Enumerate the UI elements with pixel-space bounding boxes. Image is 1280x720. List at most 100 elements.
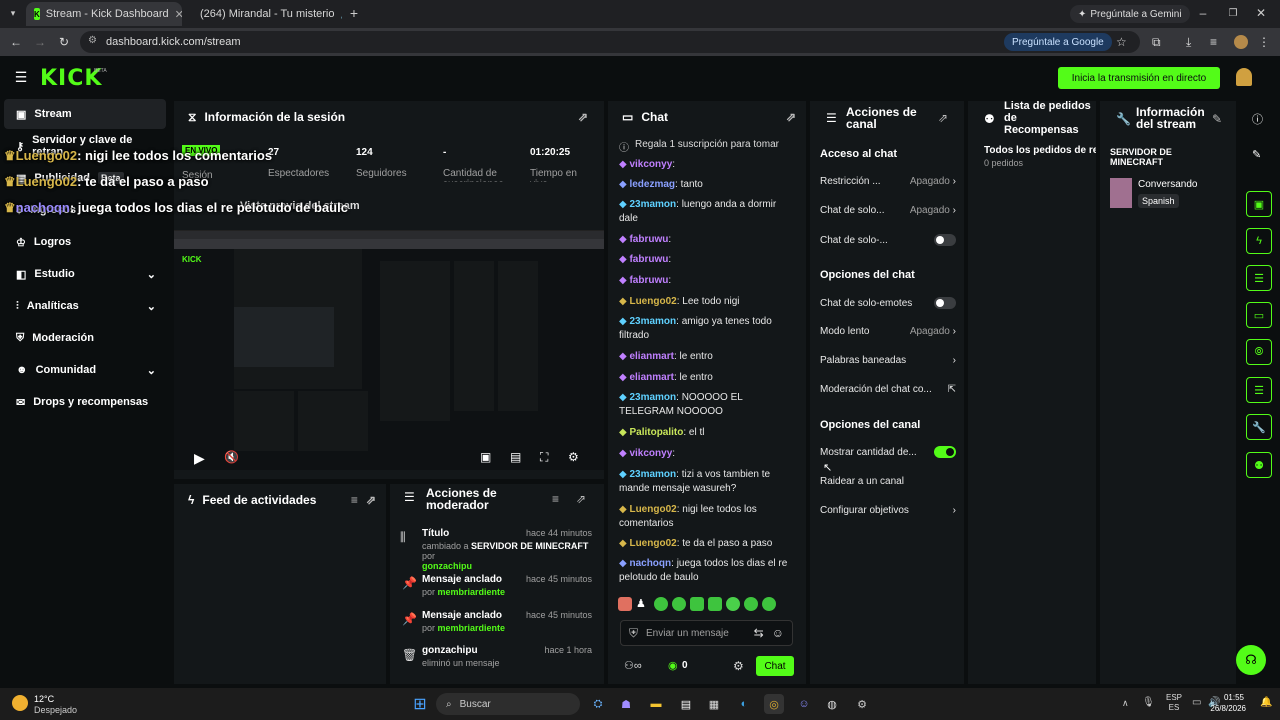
address-bar[interactable]: ⚙ dashboard.kick.com/stream: [80, 31, 1140, 53]
chat-restriction-row[interactable]: Restricción ... Apagado ›: [820, 176, 956, 187]
chat-username[interactable]: ledezmag: [629, 179, 675, 190]
chat-username[interactable]: elianmart: [629, 351, 673, 362]
chat-username[interactable]: fabruwu: [629, 254, 668, 265]
tab-list-icon[interactable]: ▾: [6, 6, 20, 20]
stream-preview[interactable]: KICK: [174, 230, 604, 470]
emoji-icon[interactable]: ☺: [772, 626, 784, 640]
filter-icon[interactable]: ≡: [351, 493, 358, 507]
site-info-icon[interactable]: ⚙: [88, 35, 97, 46]
rewards-all-label[interactable]: Todos los pedidos de rec: [984, 145, 1096, 156]
tray-expand-icon[interactable]: ∧: [1122, 698, 1129, 709]
chat-username[interactable]: 23mamon: [629, 469, 676, 480]
clock-time[interactable]: 01:55: [1220, 693, 1244, 702]
mute-icon[interactable]: 🔇: [224, 450, 239, 464]
chat-username[interactable]: Palitopalito: [629, 427, 683, 438]
theater-icon[interactable]: ▤: [510, 450, 521, 464]
raid-row[interactable]: Raidear a un canal: [820, 476, 956, 487]
sidebar-item-studio[interactable]: ◧ Estudio ⌄: [4, 259, 166, 289]
help-support-icon[interactable]: ☊: [1236, 645, 1266, 675]
chat-username[interactable]: vikconyy: [629, 159, 672, 170]
taskbar-search[interactable]: ⌕ Buscar: [436, 693, 580, 715]
emote-icon[interactable]: [708, 597, 722, 611]
chat-username[interactable]: 23mamon: [629, 392, 676, 403]
emote-icon[interactable]: [690, 597, 704, 611]
emote-icon[interactable]: [744, 597, 758, 611]
minimize-icon[interactable]: –: [1196, 6, 1210, 20]
ask-google-button[interactable]: Pregúntale a Google: [1004, 33, 1112, 51]
banned-words-row[interactable]: Palabras baneadas ›: [820, 355, 956, 366]
settings-icon[interactable]: ⚙: [852, 694, 872, 714]
filter-icon[interactable]: ≡: [552, 492, 559, 506]
network-icon[interactable]: ▭: [1192, 697, 1201, 708]
goals-row[interactable]: Configurar objetivos ›: [820, 505, 956, 516]
chat-username[interactable]: 23mamon: [629, 199, 676, 210]
discord-icon[interactable]: ☺: [794, 694, 814, 714]
chrome-icon[interactable]: ◎: [764, 694, 784, 714]
rail-layers-icon[interactable]: ☰: [1246, 377, 1272, 403]
settings-gear-icon[interactable]: ⚙: [568, 450, 579, 464]
sidebar-item-stream[interactable]: ▣ Stream: [4, 99, 166, 129]
chat-input[interactable]: ⛨ Enviar un mensaje ⇆ ☺: [620, 620, 793, 646]
chat-username[interactable]: Luengo02: [629, 296, 676, 307]
rail-chat-icon[interactable]: ▭: [1246, 302, 1272, 328]
chat-username[interactable]: 23mamon: [629, 316, 676, 327]
clock-date[interactable]: 26/8/2026: [1202, 704, 1246, 713]
rail-rewards-icon[interactable]: ⚉: [1246, 452, 1272, 478]
rail-session-icon[interactable]: ▣: [1246, 191, 1272, 217]
chat-moderation-row[interactable]: Moderación del chat co... ⇱: [820, 384, 956, 395]
fullscreen-icon[interactable]: ⛶: [540, 450, 548, 465]
new-tab-icon[interactable]: +: [347, 5, 361, 21]
maximize-icon[interactable]: ❐: [1226, 6, 1240, 20]
chat-username[interactable]: fabruwu: [629, 275, 668, 286]
pinned-message[interactable]: ⓘ Regala 1 suscripción para tomar: [619, 139, 795, 154]
forward-icon[interactable]: →: [32, 34, 48, 50]
start-stream-button[interactable]: Inicia la transmisión en directo: [1058, 67, 1220, 89]
extensions-icon[interactable]: ⧉: [1152, 35, 1161, 50]
rail-preview-icon[interactable]: ⦾: [1246, 339, 1272, 365]
chat-username[interactable]: elianmart: [629, 372, 673, 383]
close-icon[interactable]: ✕: [175, 8, 182, 21]
show-count-toggle[interactable]: [934, 446, 956, 458]
media-icon[interactable]: ≡: [1210, 35, 1217, 49]
edge-icon[interactable]: ◐: [734, 694, 754, 714]
chat-username[interactable]: vikconyy: [629, 448, 672, 459]
edit-pencil-icon[interactable]: ✎: [1252, 148, 1261, 161]
tab-youtube[interactable]: (264) Mirandal - Tu misterio 🔊 ✕: [186, 2, 342, 26]
popout-icon[interactable]: ⇗: [938, 111, 948, 125]
play-icon[interactable]: ▶: [194, 450, 205, 467]
popout-icon[interactable]: ⇗: [576, 492, 586, 506]
app-icon[interactable]: ▤: [676, 694, 696, 714]
popout-icon[interactable]: ⇗: [578, 110, 588, 124]
subs-only-toggle[interactable]: [934, 234, 956, 246]
notifications-icon[interactable]: 🔔: [1260, 697, 1272, 708]
user-avatar[interactable]: [1236, 68, 1252, 86]
emote-only-toggle[interactable]: [934, 297, 956, 309]
emote-icon[interactable]: ♟: [636, 597, 650, 611]
emote-icon[interactable]: [672, 597, 686, 611]
category-name[interactable]: Conversando: [1138, 179, 1197, 190]
profile-avatar[interactable]: [1234, 35, 1248, 49]
gemini-button[interactable]: ✦ Pregúntale a Gemini: [1070, 5, 1190, 23]
bookmark-star-icon[interactable]: ☆: [1116, 35, 1127, 49]
mod-username[interactable]: gonzachipu: [422, 561, 592, 571]
sidebar-item-drops[interactable]: ✉ Drops y recompensas: [4, 387, 166, 417]
reload-icon[interactable]: ↻: [56, 34, 72, 50]
sidebar-item-community[interactable]: ☻ Comunidad ⌄: [4, 355, 166, 385]
slow-mode-row[interactable]: Modo lento Apagado ›: [820, 326, 956, 337]
popout-icon[interactable]: ⇗: [366, 493, 376, 507]
window-close-icon[interactable]: ✕: [1254, 6, 1268, 20]
hamburger-menu-icon[interactable]: ☰: [14, 69, 28, 85]
people-infinity-icon[interactable]: ⚇∞: [624, 659, 642, 672]
obs-icon[interactable]: ◍: [822, 694, 842, 714]
chat-username[interactable]: nachoqn: [629, 558, 671, 569]
emote-icon[interactable]: [762, 597, 776, 611]
store-icon[interactable]: ▦: [704, 694, 724, 714]
followers-only-row[interactable]: Chat de solo... Apagado ›: [820, 205, 956, 216]
back-icon[interactable]: ←: [8, 34, 24, 50]
sidebar-item-analytics[interactable]: ⫶ Analíticas ⌄: [4, 291, 166, 321]
sidebar-item-achievements[interactable]: ♔ Logros: [4, 227, 166, 257]
info-icon[interactable]: ⓘ: [1252, 111, 1263, 127]
sidebar-item-moderation[interactable]: ⛨ Moderación: [4, 323, 166, 353]
steam-icon[interactable]: ⛭: [588, 694, 608, 714]
download-icon[interactable]: ⤓: [1186, 35, 1191, 50]
